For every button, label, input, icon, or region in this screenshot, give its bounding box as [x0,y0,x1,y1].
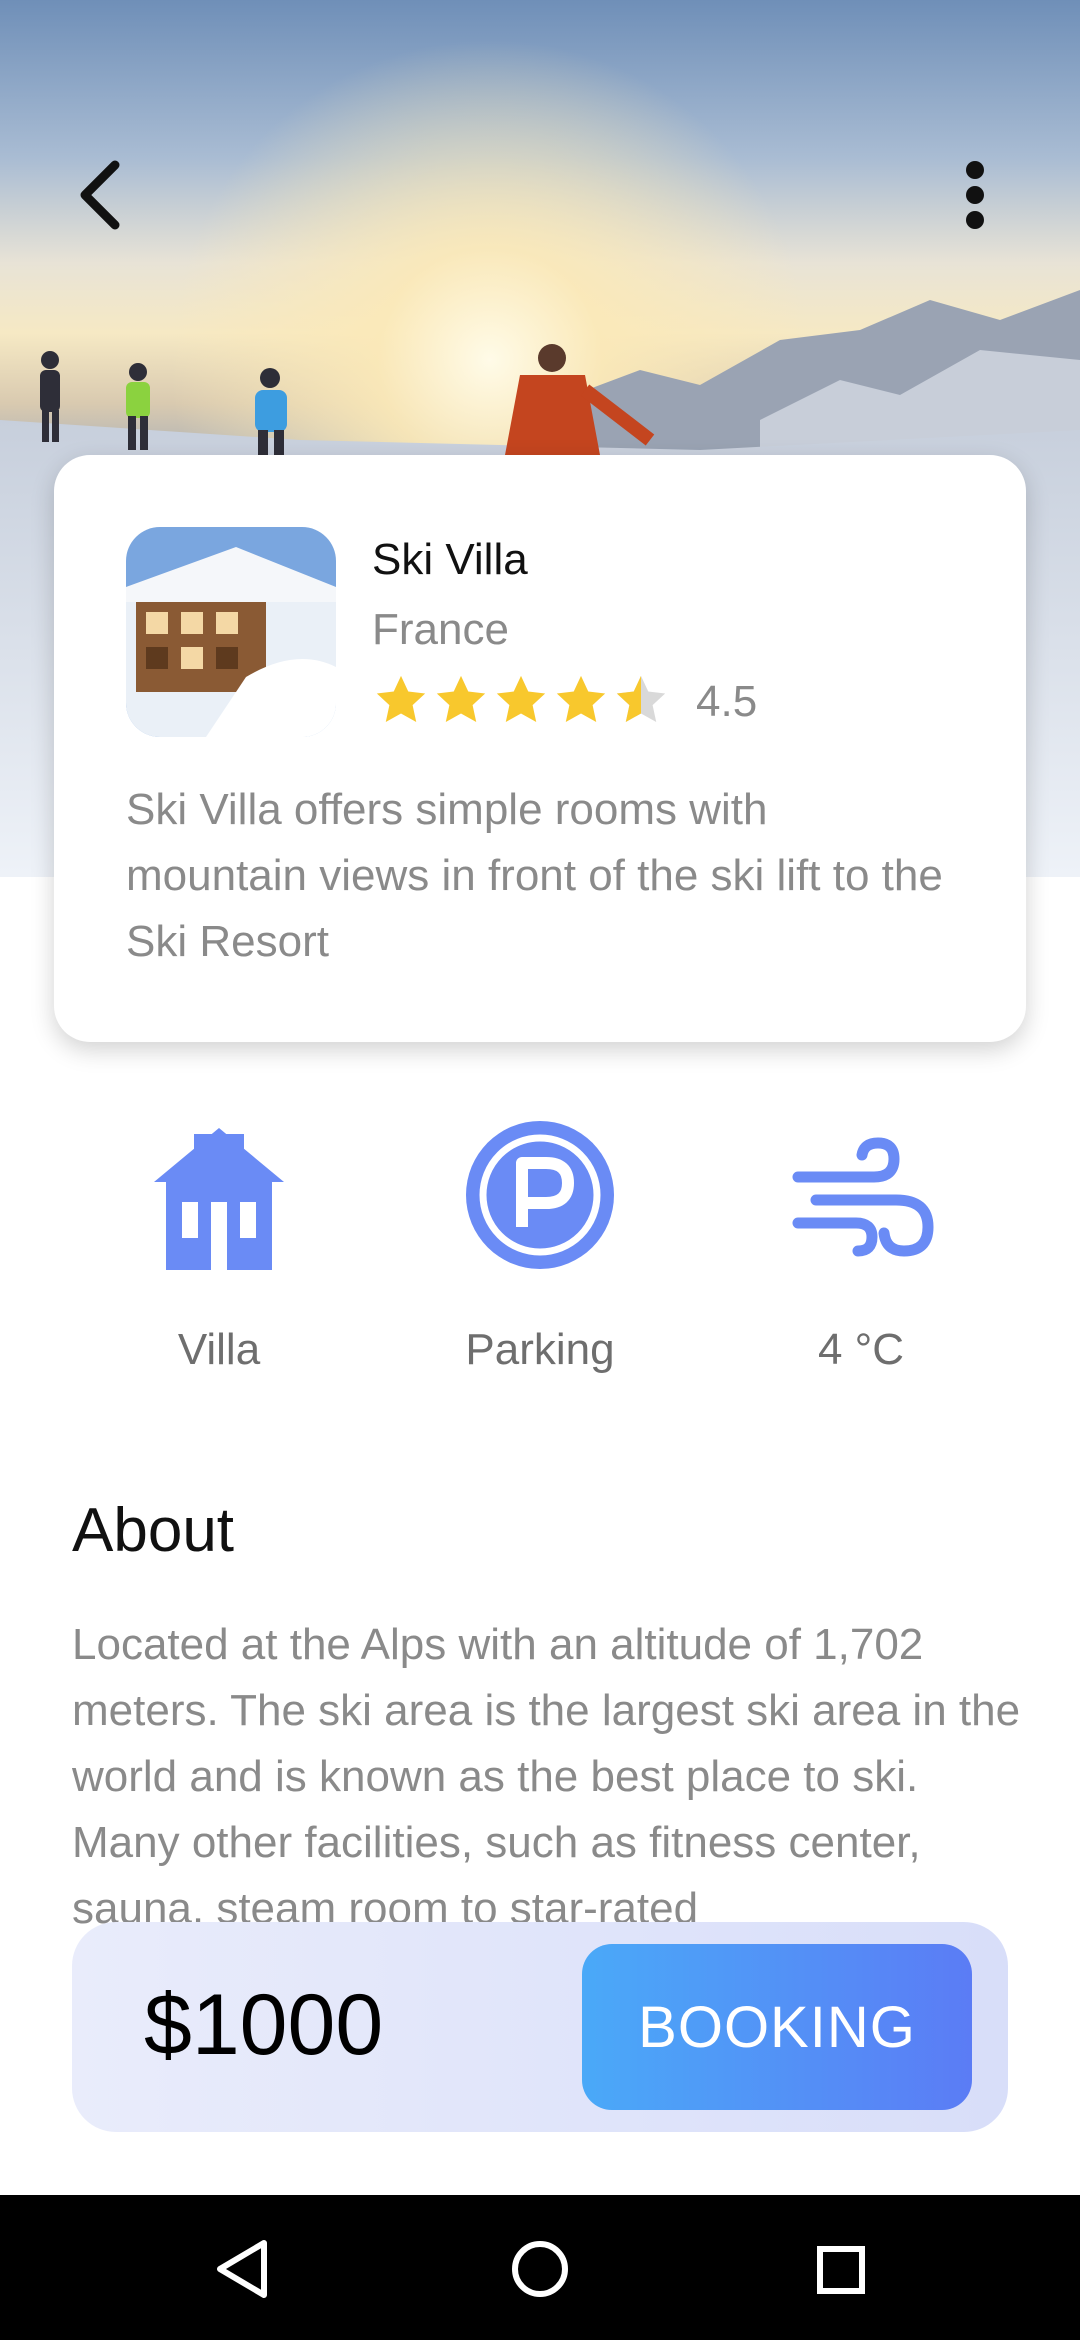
star-full-icon [436,675,486,722]
property-name: Ski Villa [372,535,528,584]
price: $1000 [144,1977,384,2073]
house-icon [154,1128,284,1270]
chevron-left-icon [80,160,120,230]
system-navigation-bar [0,2195,1080,2340]
back-button[interactable] [60,150,140,240]
amenity-label: 4 °C [817,1325,905,1374]
property-description: Ski Villa offers simple rooms with mount… [126,785,943,966]
nav-home-button[interactable] [468,2195,613,2340]
booking-bar: $1000 BOOKING [72,1922,1008,2132]
star-full-icon [376,675,426,722]
amenity-label: Parking [465,1325,615,1374]
amenity-label: Villa [177,1325,261,1374]
back-triangle-icon [217,2240,267,2298]
star-rating [372,670,672,730]
property-thumbnail [126,527,336,737]
parking-icon [466,1121,614,1269]
property-card: Ski Villa France 4.5 Ski Villa offers si… [54,455,1026,1042]
recents-square-icon [817,2246,865,2294]
home-circle-icon [512,2241,568,2297]
star-full-icon [556,675,606,722]
nav-back-button[interactable] [168,2195,313,2340]
star-half-icon [616,675,666,722]
wind-icon [792,1137,934,1257]
amenity-parking: Parking [415,1115,665,1374]
about-heading: About [72,1496,235,1565]
more-vertical-icon [966,161,984,229]
star-full-icon [496,675,546,722]
rating-value: 4.5 [696,677,758,726]
amenity-villa: Villa [94,1115,344,1374]
amenity-temperature: 4 °C [736,1115,986,1374]
nav-recents-button[interactable] [768,2195,913,2340]
more-options-button[interactable] [950,150,1000,240]
property-country: France [372,605,509,654]
about-text: Located at the Alps with an altitude of … [72,1620,1021,1924]
booking-button[interactable]: BOOKING [582,1944,972,2110]
